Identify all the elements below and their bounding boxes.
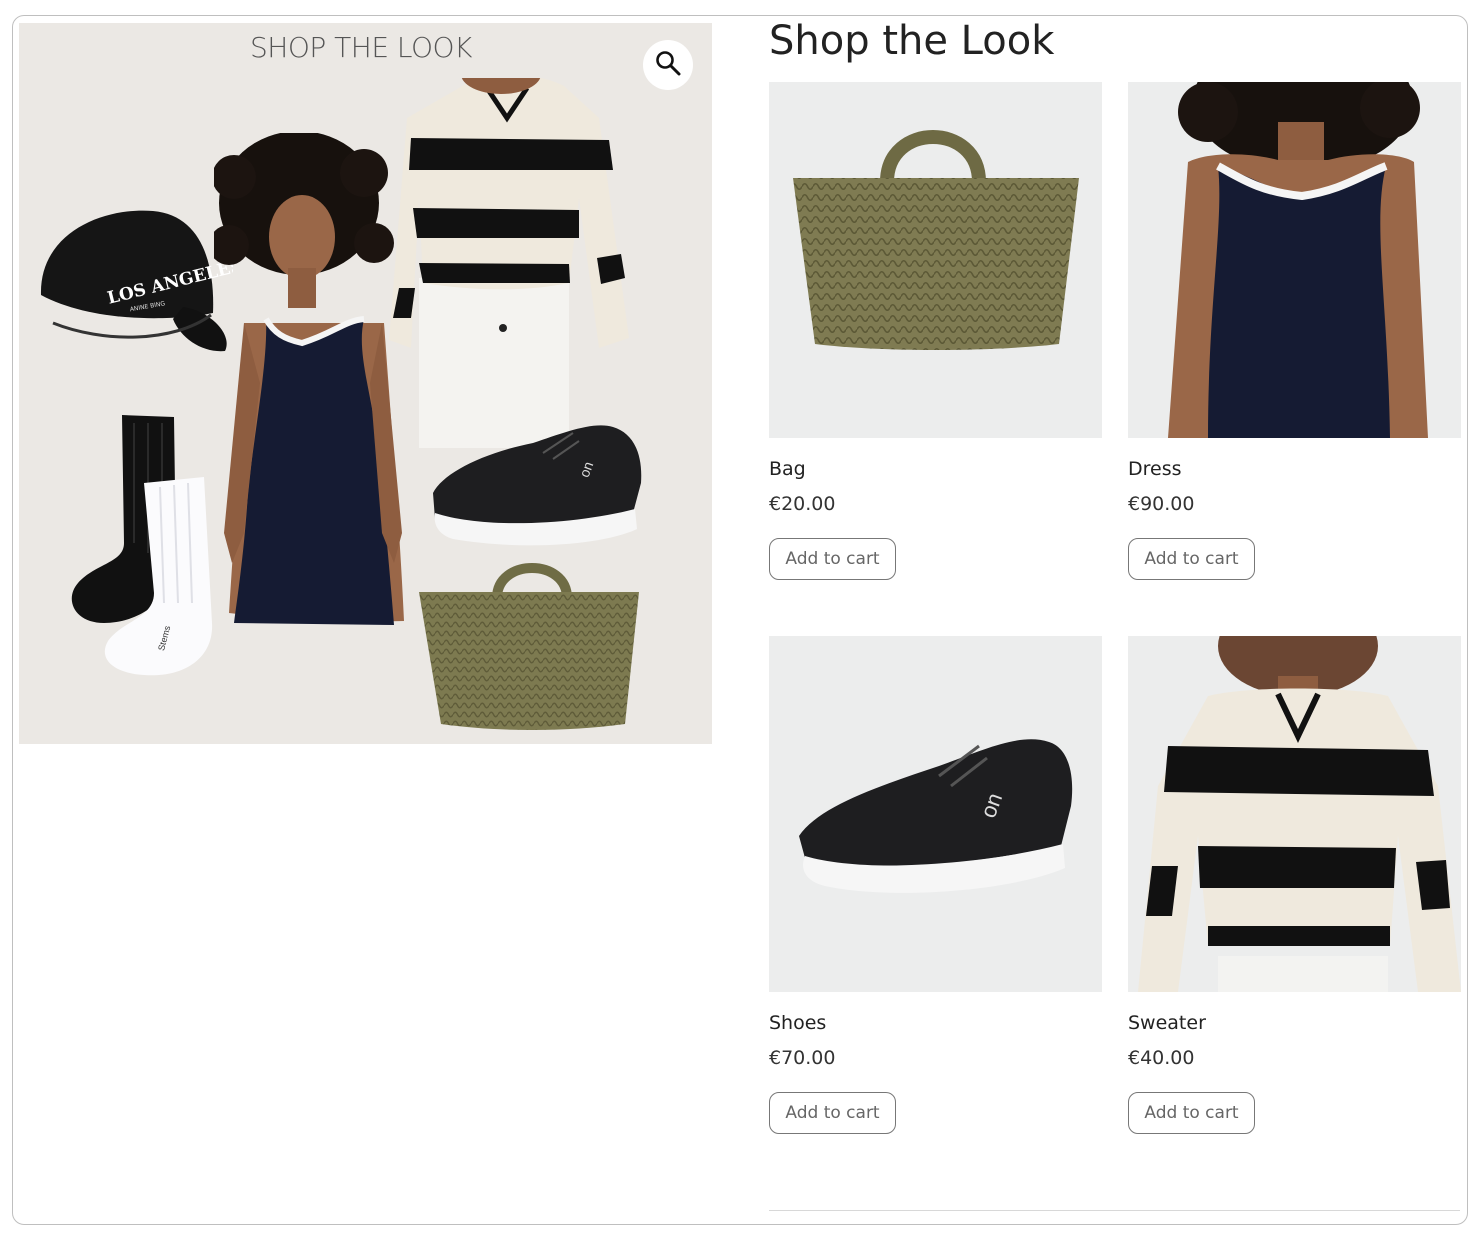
product-name[interactable]: Dress (1128, 458, 1182, 480)
socks-image: Stems (71, 415, 213, 676)
woven-bag-collage-image (419, 563, 639, 730)
product-name[interactable]: Shoes (769, 1012, 826, 1034)
product-price: €90.00 (1128, 493, 1195, 515)
add-to-cart-button[interactable]: Add to cart (769, 538, 896, 580)
product-name[interactable]: Bag (769, 458, 806, 480)
sweater-jeans-image (389, 78, 629, 448)
section-title: Shop the Look (769, 18, 1055, 64)
magnifier-icon (655, 50, 681, 81)
product-price: €20.00 (769, 493, 836, 515)
product-card-sweater: Sweater €40.00 Add to cart (1128, 636, 1461, 1134)
product-card-dress: Dress €90.00 Add to cart (1128, 82, 1461, 580)
sneaker-image: on (433, 425, 642, 546)
product-image-bag[interactable] (769, 82, 1102, 438)
add-to-cart-button[interactable]: Add to cart (1128, 1092, 1255, 1134)
product-image-shoes[interactable]: on (769, 636, 1102, 992)
cap-image: LOS ANGELES ANINE BING (40, 210, 233, 352)
product-card-shoes: on Shoes €70.00 Add to cart (769, 636, 1102, 1134)
product-name[interactable]: Sweater (1128, 1012, 1206, 1034)
shop-the-look-collage[interactable]: SHOP THE LOOK LOS ANGELES ANINE BING Ste… (19, 23, 712, 744)
add-to-cart-button[interactable]: Add to cart (1128, 538, 1255, 580)
product-image-sweater[interactable] (1128, 636, 1461, 992)
product-price: €40.00 (1128, 1047, 1195, 1069)
divider (769, 1210, 1460, 1211)
add-to-cart-button[interactable]: Add to cart (769, 1092, 896, 1134)
product-price: €70.00 (769, 1047, 836, 1069)
collage-title: SHOP THE LOOK (250, 31, 472, 64)
zoom-button[interactable] (643, 40, 693, 90)
product-image-dress[interactable] (1128, 82, 1461, 438)
product-card-bag: Bag €20.00 Add to cart (769, 82, 1102, 580)
